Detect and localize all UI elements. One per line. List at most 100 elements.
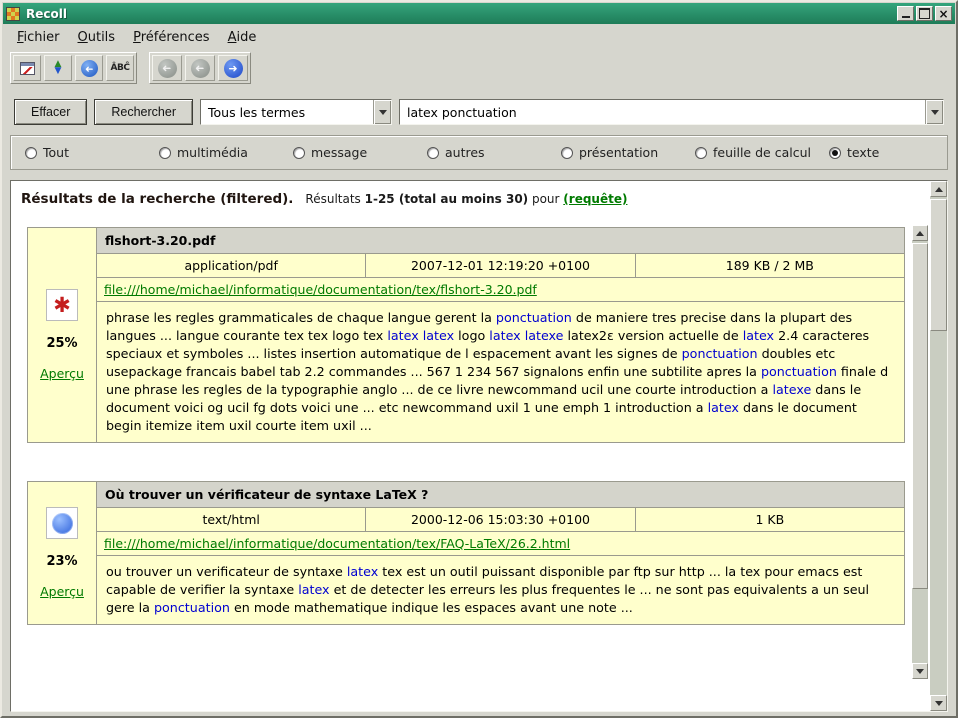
search-mode-select[interactable]: Tous les termes [200,99,392,125]
result-item: 23%AperçuOù trouver un vérificateur de s… [27,481,905,625]
search-button[interactable]: Rechercher [94,99,193,125]
history-button[interactable]: ➜ [75,55,103,81]
highlight-term: latex [347,564,378,579]
pdf-doc-icon [46,289,78,321]
radio-label: autres [445,145,485,160]
result-list: 25% Aperçu flshort-3.20.pdfapplication/pdf… [21,227,907,625]
abc-icon: ÂBĈ [111,63,130,73]
result-side: 23%Aperçu [27,481,97,625]
relevance-percent: 25% [46,336,77,351]
radio-icon [25,147,37,159]
result-url-row: file:///home/michael/informatique/docume… [96,277,905,302]
category-radio-multimédia[interactable]: multimédia [159,145,293,160]
preview-link[interactable]: Aperçu [40,366,84,381]
radio-icon [293,147,305,159]
category-radio-message[interactable]: message [293,145,427,160]
radio-icon [427,147,439,159]
scrollbar-thumb[interactable] [912,243,928,589]
results-panel: Résultats de la recherche (filtered). Ré… [10,180,948,712]
radio-label: feuille de calcul [713,145,811,160]
scroll-up-icon[interactable] [930,181,947,197]
abstract-text: en mode mathematique indique les espaces… [230,600,633,615]
globe-icon [52,513,73,534]
menu-label: O [78,30,88,45]
forward-arrow-icon: ➜ [224,59,243,78]
category-radio-présentation[interactable]: présentation [561,145,695,160]
menu-preferences[interactable]: Préférences [124,27,218,48]
result-url-row: file:///home/michael/informatique/docume… [96,531,905,556]
menu-fichier[interactable]: Fichier [8,27,69,48]
titlebar[interactable]: Recoll [3,3,955,24]
dropdown-arrow-icon[interactable] [925,100,943,124]
nav-tool-group: ➜ ➜ ➜ [149,52,251,84]
abstract-text: phrase les regles grammaticales de chaqu… [106,310,496,325]
doc-size: 1 KB [635,507,905,532]
recoll-window: Recoll Fichier Outils Préférences Aide ▲… [0,0,958,718]
scrollbar-thumb[interactable] [930,199,947,331]
result-abstract: ou trouver un verificateur de syntaxe la… [96,555,905,625]
abstract-text: logo [454,328,489,343]
highlight-term: latex latexe [489,328,563,343]
menubar: Fichier Outils Préférences Aide [2,25,956,49]
radio-label: texte [847,145,879,160]
mime-type: text/html [96,507,366,532]
close-button[interactable] [935,6,952,21]
menu-label: ide [236,30,256,45]
category-radio-autres[interactable]: autres [427,145,561,160]
clear-button[interactable]: Effacer [14,99,87,125]
result-url-link[interactable]: file:///home/michael/informatique/docume… [104,536,570,551]
highlight-term: ponctuation [761,364,837,379]
scrollbar-track[interactable] [930,197,947,695]
back-arrow-icon: ➜ [191,59,210,78]
html-doc-icon [46,507,78,539]
dropdown-arrow-icon[interactable] [373,100,391,124]
preview-link[interactable]: Aperçu [40,584,84,599]
term-explorer-button[interactable]: ÂBĈ [106,55,134,81]
search-mode-value: Tous les termes [201,105,373,120]
radio-label: message [311,145,367,160]
result-main: Où trouver un vérificateur de syntaxe La… [96,481,905,625]
first-page-button[interactable]: ➜ [152,55,182,81]
results-scrollbar[interactable] [930,181,947,711]
menu-aide[interactable]: Aide [219,27,266,48]
result-meta-row: application/pdf2007-12-01 12:19:20 +0100… [96,253,905,278]
scroll-up-icon[interactable] [912,225,928,241]
results-count-prefix: Résultats [305,192,364,206]
scrollbar-track[interactable] [912,241,928,663]
results-header: Résultats de la recherche (filtered). Ré… [21,191,907,207]
menu-outils[interactable]: Outils [69,27,125,48]
app-icon[interactable] [6,7,20,21]
results-content: Résultats de la recherche (filtered). Ré… [11,181,907,711]
results-header-title: Résultats de la recherche (filtered). [21,191,293,207]
menu-label: ichier [24,30,60,45]
abstract-text: ou trouver un verificateur de syntaxe [106,564,347,579]
category-radio-tout[interactable]: Tout [25,145,159,160]
result-url-link[interactable]: file:///home/michael/informatique/docume… [104,282,537,297]
search-input[interactable] [400,100,925,124]
mime-type: application/pdf [96,253,366,278]
result-title: Où trouver un vérificateur de syntaxe La… [96,481,905,508]
clear-search-button[interactable] [13,55,41,81]
next-page-button[interactable]: ➜ [218,55,248,81]
previous-page-button[interactable]: ➜ [185,55,215,81]
radio-icon [561,147,573,159]
doc-size: 189 KB / 2 MB [635,253,905,278]
results-count-middle: pour [528,192,563,206]
scroll-down-icon[interactable] [930,695,947,711]
category-radio-texte[interactable]: texte [829,145,879,160]
menu-label: utils [88,30,115,45]
main-tool-group: ▲▼ ➜ ÂBĈ [10,52,137,84]
query-details-link[interactable]: (requête) [563,192,627,206]
radio-icon [695,147,707,159]
minimize-button[interactable] [897,6,914,21]
maximize-button[interactable] [916,6,933,21]
doc-date: 2000-12-06 15:03:30 +0100 [365,507,635,532]
scroll-down-icon[interactable] [912,663,928,679]
menu-label: références [141,30,210,45]
sort-button[interactable]: ▲▼ [44,55,72,81]
window-controls [897,6,952,21]
back-arrow-icon: ➜ [158,59,177,78]
result-main: flshort-3.20.pdfapplication/pdf2007-12-0… [96,227,905,443]
category-radio-feuille-de-calcul[interactable]: feuille de calcul [695,145,829,160]
result-list-scrollbar[interactable] [912,225,928,679]
